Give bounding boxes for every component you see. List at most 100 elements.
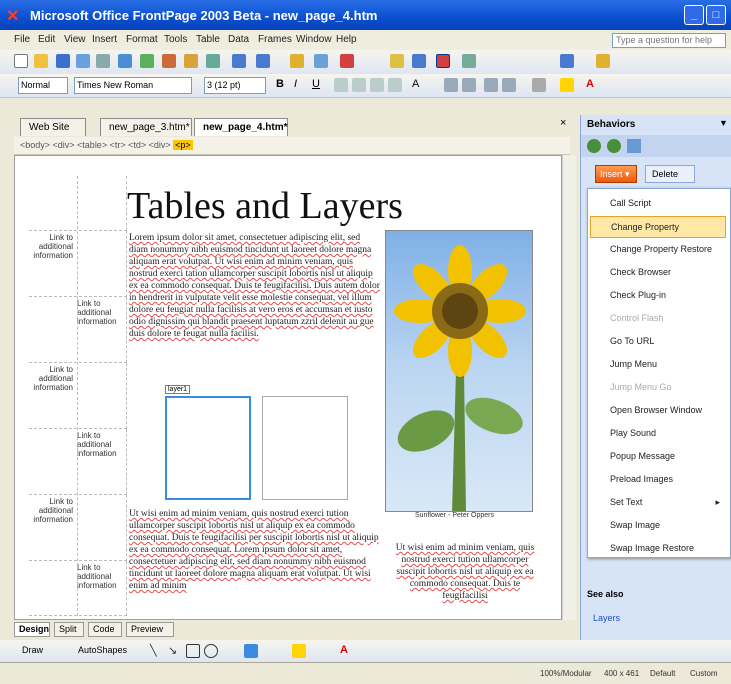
menu-frames[interactable]: Frames [258,34,292,45]
behavior-item[interactable]: Change Property Restore [590,239,726,261]
numbering-icon[interactable] [444,78,458,92]
cut-icon[interactable] [162,54,176,68]
show-all-icon[interactable] [560,54,574,68]
menu-view[interactable]: View [64,34,86,45]
justify-icon[interactable] [388,78,402,92]
hyperlink-icon[interactable] [412,54,426,68]
new-page-icon[interactable] [14,54,28,68]
tab-new-page-3[interactable]: new_page_3.htm* [100,118,192,136]
maximize-button[interactable]: □ [706,5,726,25]
behavior-item[interactable]: Swap Image Restore [590,538,726,560]
caption-paragraph[interactable]: Ut wisi enim ad minim veniam, quis nostr… [395,542,535,618]
design-view[interactable]: Link to additional information Link to a… [14,155,562,620]
open-folder-icon[interactable] [34,54,48,68]
link-text[interactable]: Link to additional information [29,365,73,392]
insert-table-icon[interactable] [314,54,328,68]
link-text[interactable]: Link to additional information [77,299,121,326]
decrease-indent-icon[interactable] [484,78,498,92]
close-doc-icon[interactable]: × [560,117,566,129]
vertical-scrollbar[interactable] [562,155,576,620]
link-text[interactable]: Link to additional information [77,431,121,458]
tab-code[interactable]: Code [88,622,122,637]
font-select[interactable]: Times New Roman [74,77,192,94]
delete-behavior-button[interactable]: Delete [645,165,695,183]
layer-label[interactable]: layer1 [165,385,191,394]
refresh-icon[interactable] [462,54,476,68]
sunflower-photo[interactable] [385,230,533,512]
tab-split[interactable]: Split [54,622,84,637]
body-paragraph[interactable]: Ut wisi enim ad minim veniam, quis nostr… [129,508,381,618]
layer-box[interactable] [262,396,348,500]
behavior-item[interactable]: Check Browser [590,262,726,284]
align-right-icon[interactable] [370,78,384,92]
menu-insert[interactable]: Insert [92,34,117,45]
font-color-icon[interactable]: A [586,78,600,92]
link-text[interactable]: Link to additional information [77,563,121,590]
link-text[interactable]: Link to additional information [29,497,73,524]
behavior-item[interactable]: Go To URL [590,331,726,353]
undo-icon[interactable] [232,54,246,68]
behaviors-icon[interactable] [436,54,450,68]
menu-edit[interactable]: Edit [38,34,55,45]
underline-icon[interactable]: U [312,78,326,92]
rectangle-icon[interactable] [186,644,200,658]
style-select[interactable]: Normal [18,77,68,94]
minimize-button[interactable]: _ [684,5,704,25]
behavior-item[interactable]: Popup Message [590,446,726,468]
behavior-item[interactable]: Check Plug-in [590,285,726,307]
paste-icon[interactable] [184,54,198,68]
layer-box-selected[interactable] [165,396,251,500]
behavior-item[interactable]: Change Property [590,216,726,238]
menu-table[interactable]: Table [196,34,220,45]
borders-icon[interactable] [532,78,546,92]
current-tag[interactable]: <p> [173,140,193,150]
align-center-icon[interactable] [352,78,366,92]
layers-link[interactable]: Layers [593,613,620,623]
menu-format[interactable]: Format [126,34,158,45]
oval-icon[interactable] [204,644,218,658]
align-left-icon[interactable] [334,78,348,92]
tab-new-page-4[interactable]: new_page_4.htm* [194,118,288,136]
increase-font-icon[interactable]: A [412,78,426,92]
behavior-item[interactable]: Open Browser Window [590,400,726,422]
tab-design[interactable]: Design [14,622,50,637]
menu-tools[interactable]: Tools [164,34,187,45]
insert-component-icon[interactable] [290,54,304,68]
redo-icon[interactable] [256,54,270,68]
italic-icon[interactable]: I [294,78,308,92]
insert-picture-icon[interactable] [340,54,354,68]
textbox-icon[interactable] [244,644,258,658]
bullets-icon[interactable] [462,78,476,92]
behavior-item[interactable]: Play Sound [590,423,726,445]
menu-file[interactable]: File [14,34,30,45]
print-icon[interactable] [118,54,132,68]
behavior-item[interactable]: Jump Menu [590,354,726,376]
behavior-item[interactable]: Swap Image [590,515,726,537]
layer-icon[interactable] [390,54,404,68]
menu-data[interactable]: Data [228,34,249,45]
pane-menu-chevron-icon[interactable]: ▼ [719,118,728,128]
behavior-item[interactable]: Call Script [590,193,726,215]
draw-menu[interactable]: Draw [22,645,43,655]
arrow-icon[interactable]: ↘ [168,644,182,658]
line-icon[interactable]: ╲ [150,644,164,658]
tag-path[interactable]: <body> <div> <table> <tr> <td> <div> [20,140,171,150]
spelling-icon[interactable] [140,54,154,68]
body-paragraph[interactable]: Lorem ipsum dolor sit amet, consectetuer… [129,232,381,384]
home-icon[interactable] [627,139,641,153]
search-icon[interactable] [76,54,90,68]
menu-window[interactable]: Window [296,34,332,45]
increase-indent-icon[interactable] [502,78,516,92]
behavior-item[interactable]: Preload Images [590,469,726,491]
help-icon[interactable] [596,54,610,68]
insert-behavior-button[interactable]: Insert ▾ [595,165,637,183]
fill-color-icon[interactable] [292,644,306,658]
help-search-input[interactable]: Type a question for help [612,33,726,48]
highlight-icon[interactable] [560,78,574,92]
menu-help[interactable]: Help [336,34,357,45]
format-painter-icon[interactable] [206,54,220,68]
bold-icon[interactable]: B [276,78,290,92]
tab-preview[interactable]: Preview [126,622,174,637]
back-icon[interactable] [587,139,601,153]
save-icon[interactable] [56,54,70,68]
